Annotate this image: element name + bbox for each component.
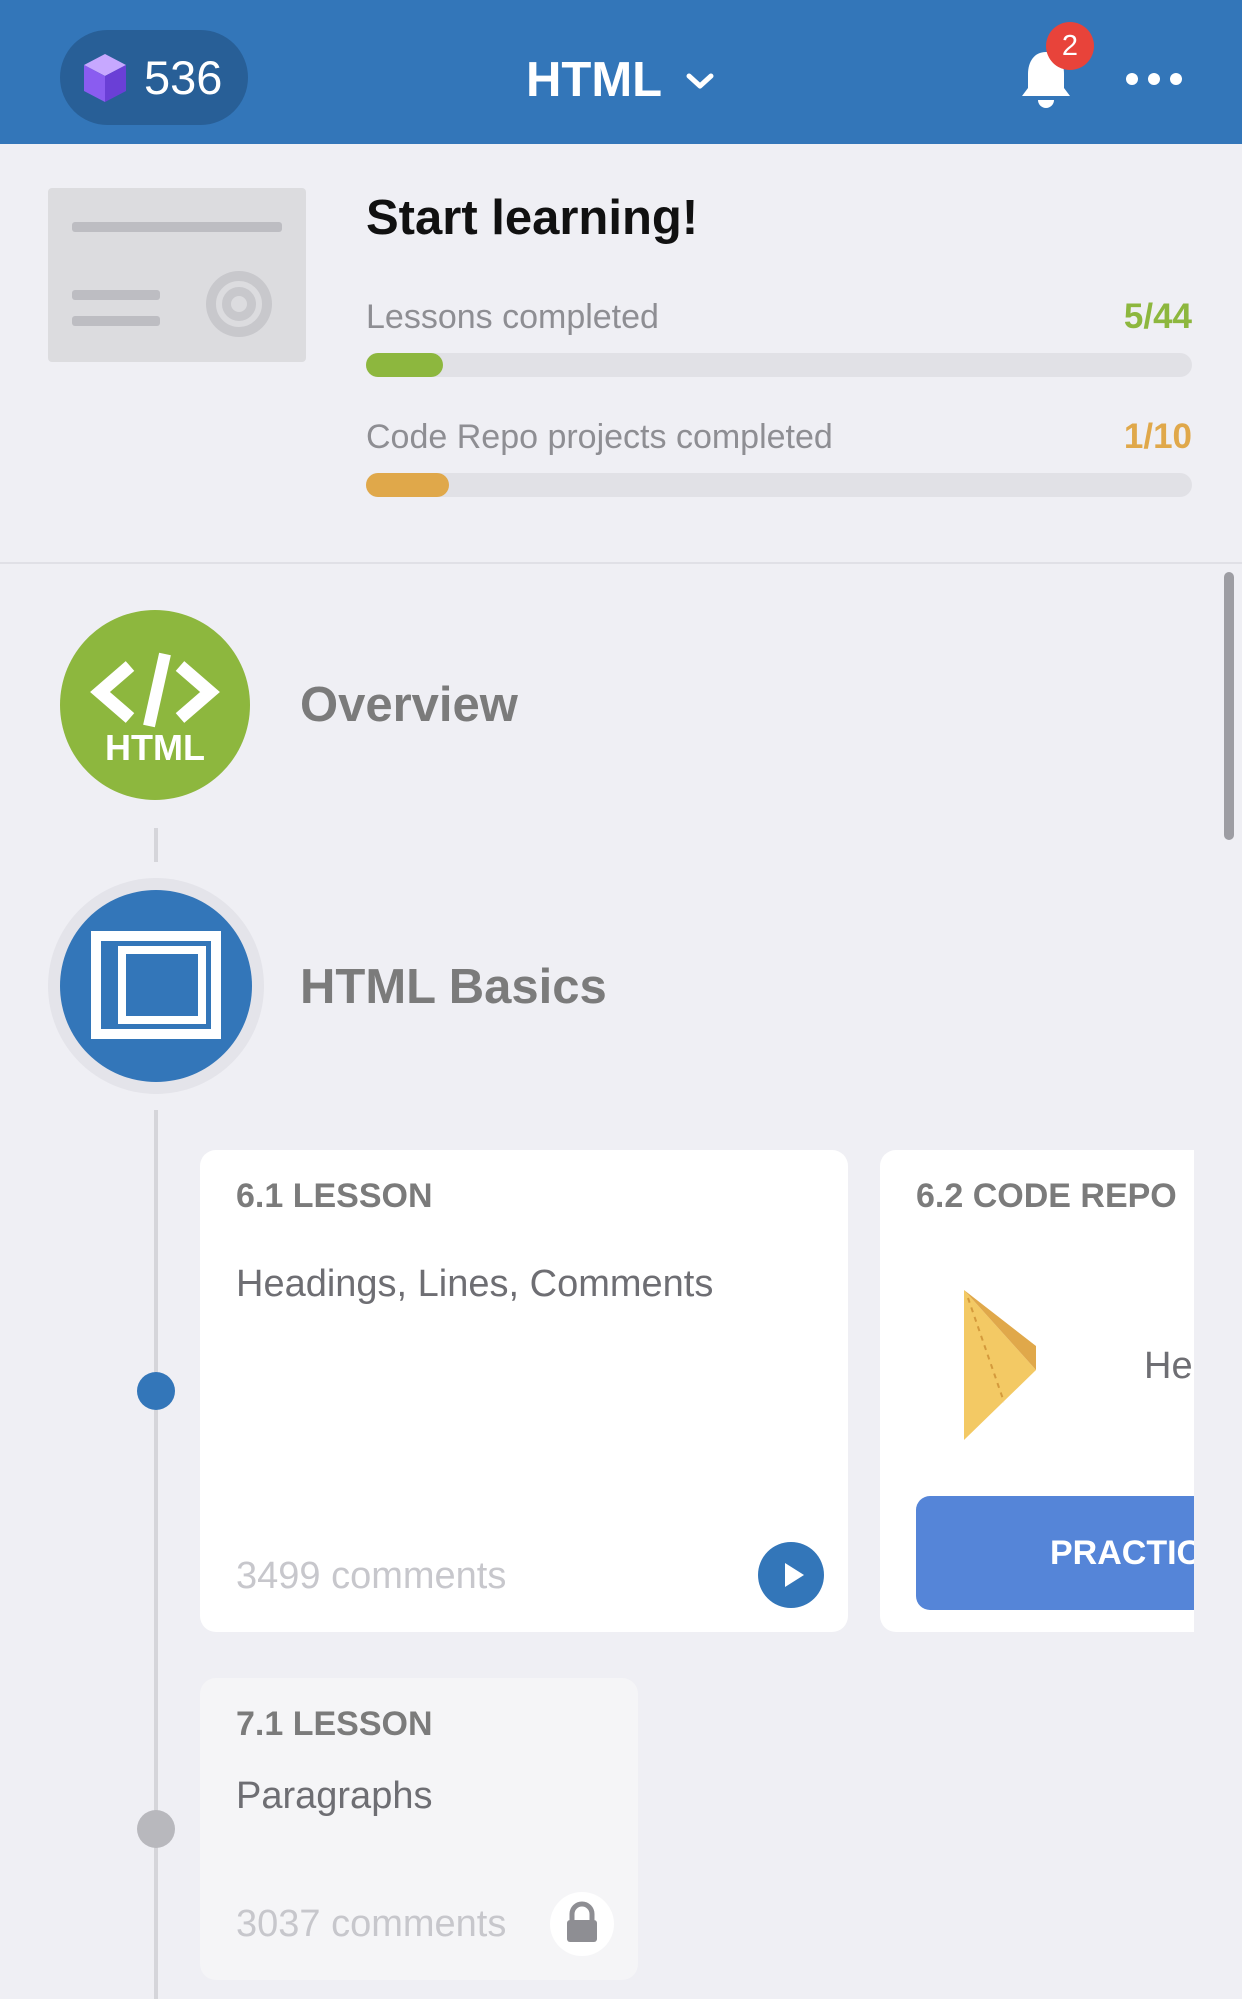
gem-icon xyxy=(84,54,126,102)
html-code-icon: HTML xyxy=(90,652,220,768)
projects-progress-bar xyxy=(366,473,1192,497)
projects-progress-fill xyxy=(366,473,449,497)
progress-section: Start learning! Lessons completed 5/44 C… xyxy=(0,144,1242,564)
gem-count: 536 xyxy=(144,51,223,104)
certificate-illustration xyxy=(48,188,306,362)
html-basics-node[interactable] xyxy=(48,878,264,1094)
overview-label[interactable]: Overview xyxy=(300,676,518,734)
projects-completed-value: 1/10 xyxy=(1123,417,1192,456)
timeline-dot-locked xyxy=(137,1810,175,1848)
notification-badge: 2 xyxy=(1046,22,1094,70)
course-title: HTML xyxy=(526,53,663,107)
lesson-title: Headings, Lines, Comments xyxy=(236,1263,714,1305)
lesson-comments[interactable]: 3499 comments xyxy=(236,1552,506,1600)
certificate-icon xyxy=(72,222,282,337)
gem-counter-button[interactable]: 536 xyxy=(60,30,248,125)
html-basics-circle xyxy=(60,890,252,1082)
html-basics-label[interactable]: HTML Basics xyxy=(300,958,607,1016)
lessons-completed-value: 5/44 xyxy=(1123,297,1192,336)
lesson-kicker: 7.1 LESSON xyxy=(236,1705,433,1743)
overview-node[interactable]: HTML xyxy=(60,610,250,800)
timeline-line xyxy=(154,1110,158,1999)
projects-completed-label: Code Repo projects completed xyxy=(366,418,833,456)
lessons-progress-fill xyxy=(366,353,443,377)
lesson-title: Paragraphs xyxy=(236,1775,433,1817)
lock-icon xyxy=(567,1901,597,1942)
play-button[interactable] xyxy=(758,1542,824,1608)
practice-button-label: PRACTICE xyxy=(1050,1534,1194,1572)
play-icon xyxy=(785,1563,804,1587)
lesson-kicker: 6.1 LESSON xyxy=(236,1177,433,1215)
chevron-down-icon xyxy=(686,73,714,89)
code-repo-title: He xyxy=(1144,1345,1193,1387)
layout-icon xyxy=(91,931,221,1039)
lesson-card-7-1[interactable]: 7.1 LESSON Paragraphs 3037 comments xyxy=(200,1678,638,1980)
paper-plane-icon xyxy=(964,1290,1036,1440)
lesson-comments[interactable]: 3037 comments xyxy=(236,1900,506,1948)
timeline-dot-active xyxy=(137,1372,175,1410)
practice-button[interactable]: PRACTICE xyxy=(916,1496,1194,1610)
code-repo-kicker: 6.2 CODE REPO xyxy=(916,1177,1177,1215)
lock-badge xyxy=(550,1892,614,1956)
lesson-card-6-1[interactable]: 6.1 LESSON Headings, Lines, Comments 349… xyxy=(200,1150,848,1632)
overview-icon-text: HTML xyxy=(105,727,205,768)
timeline-connector xyxy=(154,828,158,862)
scrollbar[interactable] xyxy=(1224,572,1234,840)
more-icon[interactable] xyxy=(1124,64,1184,94)
progress-heading: Start learning! xyxy=(366,191,699,245)
lessons-progress-bar xyxy=(366,353,1192,377)
code-repo-card-6-2[interactable]: 6.2 CODE REPO He PRACTICE xyxy=(880,1150,1194,1632)
top-header: 536 HTML 2 xyxy=(0,0,1242,144)
lessons-completed-label: Lessons completed xyxy=(366,298,659,336)
